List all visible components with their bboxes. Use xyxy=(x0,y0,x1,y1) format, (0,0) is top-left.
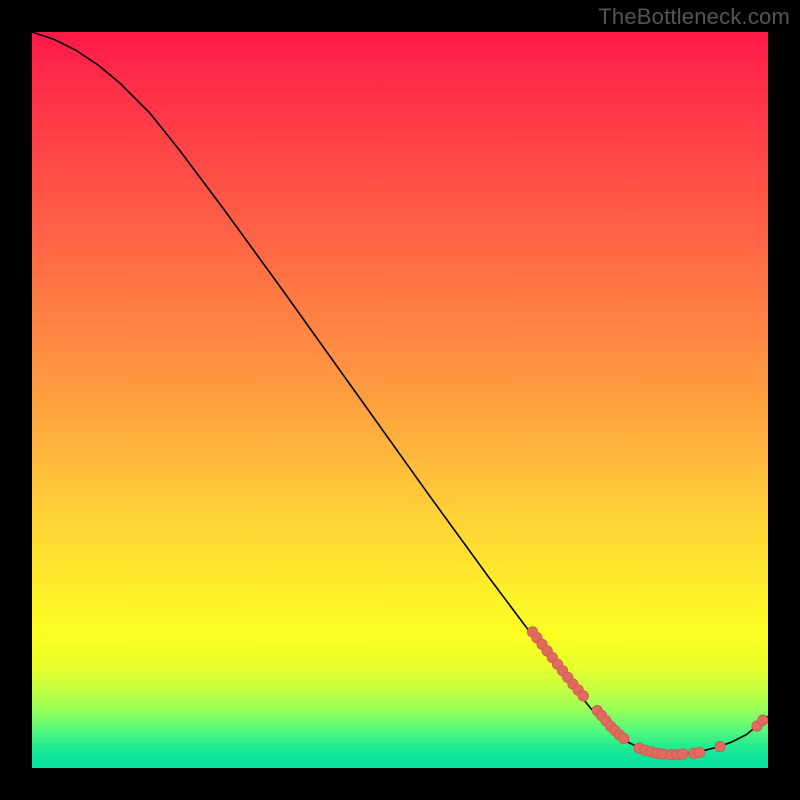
bottleneck-curve xyxy=(32,32,768,755)
data-marker xyxy=(715,741,725,751)
data-marker xyxy=(677,749,687,759)
data-marker xyxy=(578,691,588,701)
plot-area xyxy=(32,32,768,768)
chart-svg xyxy=(32,32,768,768)
data-marker xyxy=(758,715,768,725)
data-marker xyxy=(694,747,704,757)
data-marker xyxy=(619,733,629,743)
chart-frame: TheBottleneck.com xyxy=(0,0,800,800)
attribution-label: TheBottleneck.com xyxy=(598,4,790,30)
data-markers xyxy=(527,627,768,760)
